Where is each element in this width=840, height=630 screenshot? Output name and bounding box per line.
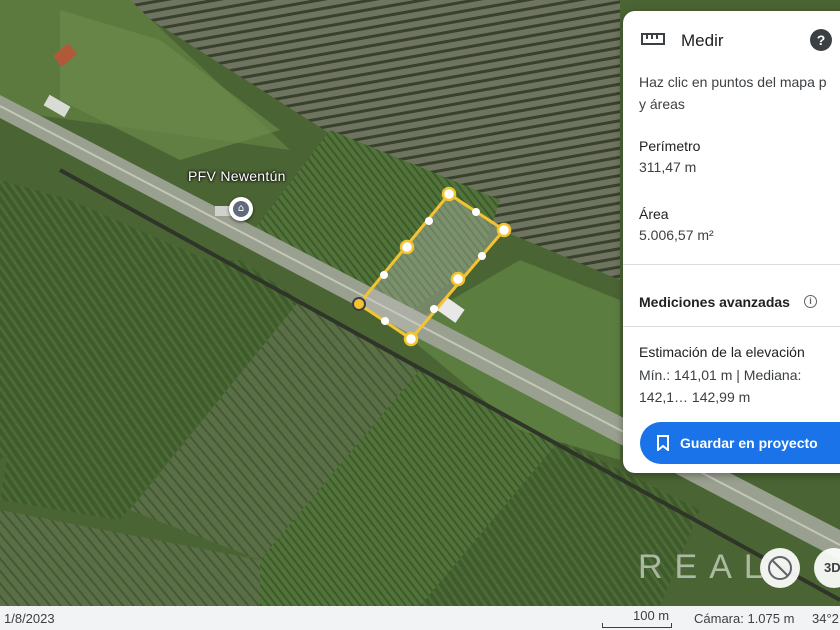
area-label: Área: [639, 206, 669, 222]
imagery-date: 1/8/2023: [4, 611, 55, 626]
info-icon[interactable]: i: [804, 295, 817, 308]
save-button-label: Guardar en proyecto: [680, 435, 818, 451]
bank-icon: ⌂: [233, 201, 249, 217]
place-label[interactable]: PFV Newentún: [188, 168, 286, 184]
panel-header: Medir ?: [623, 11, 840, 71]
place-marker[interactable]: ⌂: [229, 197, 253, 221]
panel-title: Medir: [681, 31, 724, 50]
elevation-values: Mín.: 141,01 m | Mediana: 142,1… 142,99 …: [639, 367, 802, 405]
compass-icon: [768, 556, 792, 580]
area-value: 5.006,57 m²: [639, 227, 714, 243]
elevation-label: Estimación de la elevación: [639, 344, 805, 360]
perimeter-value: 311,47 m: [639, 159, 697, 175]
perimeter-label: Perímetro: [639, 138, 701, 154]
divider: [623, 264, 840, 265]
divider: [623, 326, 840, 327]
status-bar: 1/8/2023 100 m Cámara: 1.075 m 34°2: [0, 606, 840, 630]
advanced-measurements-label[interactable]: Mediciones avanzadas: [639, 294, 790, 310]
instructions-line-1: Haz clic en puntos del mapa p: [639, 74, 827, 90]
compass-button[interactable]: [760, 548, 800, 588]
scale-label[interactable]: 100 m: [633, 608, 669, 623]
measure-panel: Medir ? Haz clic en puntos del mapa p y …: [623, 11, 840, 473]
watermark: REAL: [638, 548, 775, 586]
bookmark-icon: [657, 435, 669, 451]
ruler-icon: [641, 33, 665, 45]
instructions-line-2: y áreas: [639, 96, 685, 112]
coordinates: 34°2: [812, 611, 839, 626]
scale-bar[interactable]: [602, 623, 672, 628]
help-icon[interactable]: ?: [810, 29, 832, 51]
instructions: Haz clic en puntos del mapa p y áreas: [639, 71, 840, 115]
save-to-project-button[interactable]: Guardar en proyecto: [640, 422, 840, 464]
camera-altitude: Cámara: 1.075 m: [694, 611, 795, 626]
